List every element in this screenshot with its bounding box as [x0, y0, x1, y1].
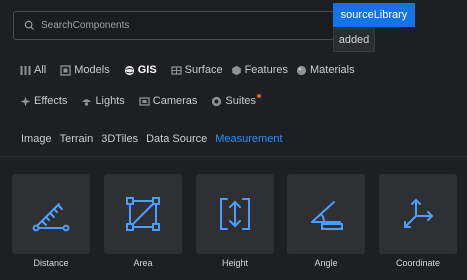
category-label: GIS: [137, 64, 157, 76]
category-features[interactable]: Features: [231, 64, 288, 76]
section-divider: [0, 156, 467, 157]
tab-measurement[interactable]: Measurement: [215, 133, 282, 145]
category-label: Effects: [34, 95, 68, 107]
component-label: Height: [221, 258, 248, 268]
gis-subtabs: Image Terrain 3DTiles Data Source Measur…: [21, 131, 291, 147]
category-row-2: Effects Lights Cameras Suites: [20, 93, 261, 109]
camera-icon: [139, 96, 150, 106]
component-label: Coordinate: [395, 258, 441, 268]
tab-data-source[interactable]: Data Source: [146, 133, 207, 145]
coordinate-axes-icon: [404, 198, 434, 228]
component-label: Area: [133, 258, 153, 268]
category-materials[interactable]: Materials: [296, 64, 355, 76]
category-label: Surface: [184, 64, 223, 76]
area-square-icon: [126, 197, 160, 231]
category-suites[interactable]: Suites: [211, 94, 261, 107]
suites-icon: [212, 96, 222, 106]
tab-3dtiles[interactable]: 3DTiles: [101, 133, 138, 145]
globe-icon: [124, 65, 134, 75]
category-label: All: [34, 64, 47, 76]
category-gis[interactable]: GIS: [124, 64, 157, 76]
category-all[interactable]: All: [20, 64, 46, 76]
component-card-distance[interactable]: [12, 174, 90, 254]
grid-icon: [20, 65, 31, 75]
added-tooltip: added: [333, 28, 375, 52]
category-lights[interactable]: Lights: [81, 95, 125, 107]
category-row-1: All Models GIS Surface Features Material…: [20, 62, 355, 78]
category-label: Models: [74, 64, 110, 76]
search-input[interactable]: [41, 20, 321, 31]
category-label: Materials: [310, 64, 355, 76]
search-bar[interactable]: [13, 11, 334, 40]
category-label: Suites: [225, 95, 256, 107]
height-arrow-icon: [220, 198, 250, 230]
component-card-angle[interactable]: [287, 174, 365, 254]
tab-image[interactable]: Image: [21, 133, 52, 145]
angle-icon: [311, 201, 343, 230]
component-card-area[interactable]: [104, 174, 182, 254]
category-models[interactable]: Models: [60, 64, 110, 76]
materials-icon: [296, 65, 307, 75]
component-card-coordinate[interactable]: [379, 174, 457, 254]
category-cameras[interactable]: Cameras: [139, 95, 198, 107]
component-card-height[interactable]: [196, 174, 274, 254]
new-badge-dot: [257, 94, 261, 98]
category-label: Cameras: [152, 95, 198, 107]
component-label: Distance: [33, 258, 69, 268]
tab-terrain[interactable]: Terrain: [60, 133, 94, 145]
category-surface[interactable]: Surface: [171, 64, 223, 76]
distance-ruler-icon: [32, 203, 70, 232]
search-icon: [24, 20, 35, 31]
features-icon: [231, 65, 241, 75]
category-label: Lights: [95, 95, 125, 107]
category-label: Features: [244, 64, 288, 76]
lights-icon: [82, 98, 92, 105]
models-icon: [60, 64, 71, 76]
sparkle-icon: [20, 96, 31, 106]
category-effects[interactable]: Effects: [20, 95, 67, 107]
surface-icon: [171, 65, 182, 75]
source-library-tooltip: sourceLibrary: [333, 3, 415, 27]
component-label: Angle: [314, 258, 338, 268]
